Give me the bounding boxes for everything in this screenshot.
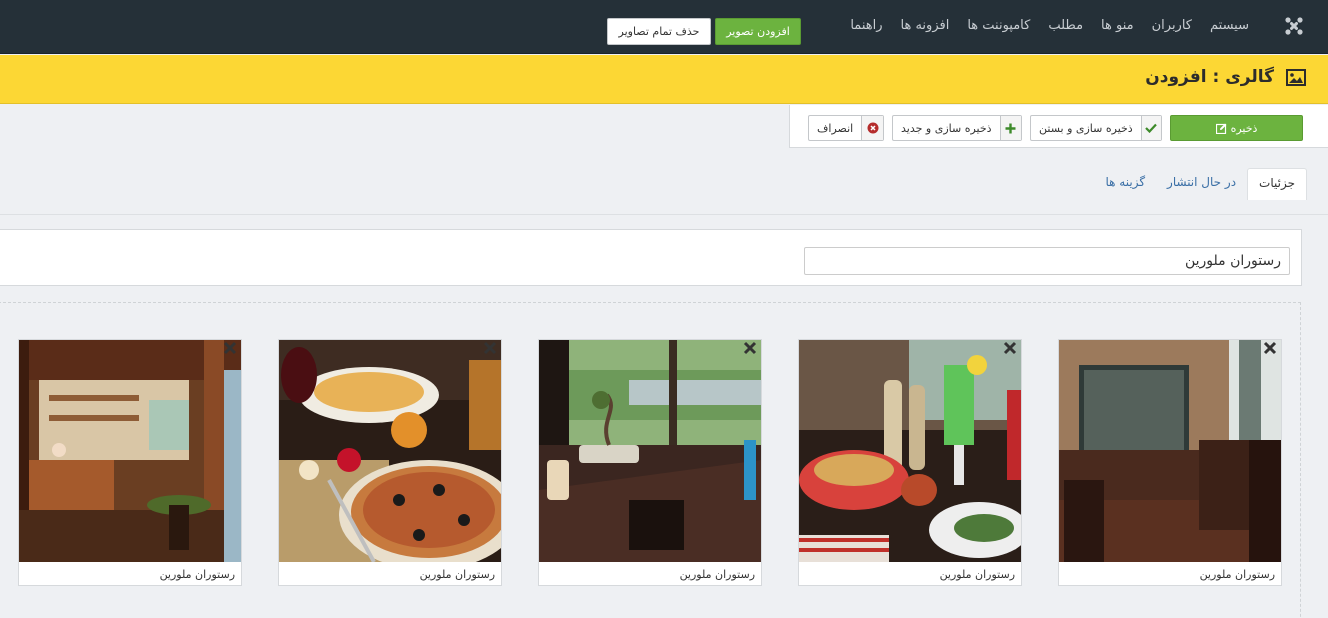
check-icon (1140, 116, 1161, 140)
remove-image-icon[interactable] (1002, 340, 1018, 356)
tab-bar: جزئیات در حال انتشار گزینه ها (1095, 168, 1307, 200)
nav-item-extensions[interactable]: افزونه ها (892, 16, 959, 36)
gallery-image-card[interactable]: رستوران ملورین (798, 339, 1022, 586)
delete-all-images-button[interactable]: حذف تمام تصاویر (607, 18, 711, 45)
tab-details[interactable]: جزئیات (1247, 168, 1307, 200)
nav-item-components[interactable]: کامپوننت ها (958, 16, 1039, 36)
remove-image-icon[interactable] (482, 340, 498, 356)
gallery-photo (279, 340, 501, 562)
save-label: ذخیره (1230, 121, 1258, 135)
nav-item-system[interactable]: سیستم (1201, 16, 1258, 36)
save-close-label: ذخیره سازی و بستن (1039, 121, 1133, 135)
gallery-form (0, 229, 1302, 286)
remove-image-icon[interactable] (1262, 340, 1278, 356)
nav-item-users[interactable]: کاربران (1143, 16, 1201, 36)
page-header: گالری : افزودن (0, 55, 1328, 104)
tab-publishing[interactable]: در حال انتشار (1156, 168, 1247, 200)
toolbar: ذخیره ذخیره سازی و بستن ذخیره سازی و جدی… (789, 105, 1328, 148)
cancel-circle-icon (861, 116, 883, 140)
cancel-button[interactable]: انصراف (808, 115, 884, 141)
gallery-photo (1059, 340, 1281, 562)
gallery-image-card[interactable]: رستوران ملورین (18, 339, 242, 586)
main-menu: سیستم کاربران منو ها مطلب کامپوننت ها اف… (841, 16, 1258, 36)
edit-icon (1215, 123, 1226, 134)
nav-item-help[interactable]: راهنما (841, 16, 891, 36)
gallery-name-input[interactable] (804, 247, 1290, 275)
remove-image-icon[interactable] (222, 340, 238, 356)
nav-item-menus[interactable]: منو ها (1092, 16, 1143, 36)
plus-icon (999, 116, 1021, 140)
gallery-image-card[interactable]: رستوران ملورین (278, 339, 502, 586)
image-caption: رستوران ملورین (159, 568, 235, 581)
tab-divider (0, 214, 1328, 215)
add-image-button[interactable]: افزودن تصویر (715, 18, 801, 45)
save-close-button[interactable]: ذخیره سازی و بستن (1030, 115, 1162, 141)
gallery-photo (799, 340, 1021, 562)
joomla-logo-icon[interactable] (1284, 16, 1304, 36)
save-new-button[interactable]: ذخیره سازی و جدید (892, 115, 1022, 141)
save-new-label: ذخیره سازی و جدید (901, 121, 992, 135)
remove-image-icon[interactable] (742, 340, 758, 356)
save-button[interactable]: ذخیره (1170, 115, 1303, 141)
nav-item-content[interactable]: مطلب (1039, 16, 1092, 36)
gallery-photo (19, 340, 241, 562)
picture-icon (1286, 69, 1306, 86)
page-title: گالری : افزودن (1145, 67, 1274, 87)
image-caption: رستوران ملورین (419, 568, 495, 581)
image-caption: رستوران ملورین (679, 568, 755, 581)
gallery-image-card[interactable]: رستوران ملورین (538, 339, 762, 586)
cancel-label: انصراف (817, 121, 854, 135)
image-caption: رستوران ملورین (1199, 568, 1275, 581)
gallery-image-card[interactable]: رستوران ملورین (1058, 339, 1282, 586)
tab-options[interactable]: گزینه ها (1095, 168, 1157, 200)
gallery-photo (539, 340, 761, 562)
image-caption: رستوران ملورین (939, 568, 1015, 581)
